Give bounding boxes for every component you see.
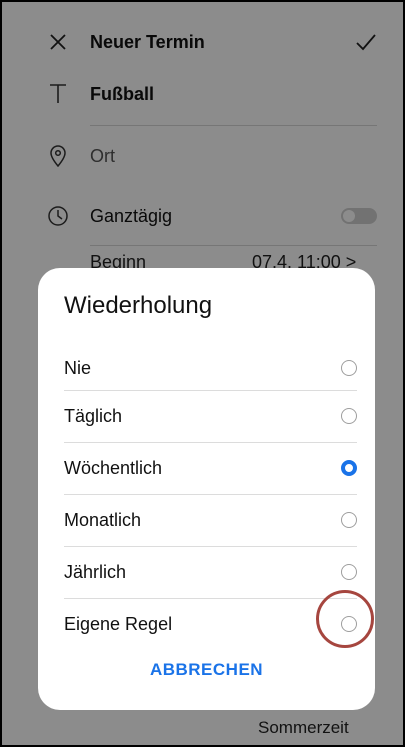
highlight-annotation-circle [316,590,374,648]
radio-button[interactable] [341,512,357,528]
radio-button[interactable] [341,564,357,580]
option-label: Jährlich [64,561,127,582]
repeat-option-daily[interactable]: Täglich [38,390,375,442]
option-label: Eigene Regel [64,613,173,634]
repeat-option-yearly[interactable]: Jährlich [38,546,375,598]
repeat-dialog: Wiederholung Nie Täglich Wöchentlich Mon… [38,268,375,710]
option-label: Nie [64,357,92,378]
option-label: Täglich [64,405,123,426]
cancel-button[interactable]: ABBRECHEN [38,650,375,690]
repeat-option-never[interactable]: Nie [38,342,375,394]
repeat-option-weekly[interactable]: Wöchentlich [38,442,375,494]
dialog-title: Wiederholung [64,292,213,319]
radio-button[interactable] [341,408,357,424]
radio-button[interactable] [341,360,357,376]
phone-screen-frame: Neuer Termin Fußball Ort Ganztägig Begin… [0,0,405,747]
repeat-option-monthly[interactable]: Monatlich [38,494,375,546]
option-label: Wöchentlich [64,457,163,478]
option-label: Monatlich [64,509,142,530]
radio-button-selected[interactable] [341,460,357,476]
